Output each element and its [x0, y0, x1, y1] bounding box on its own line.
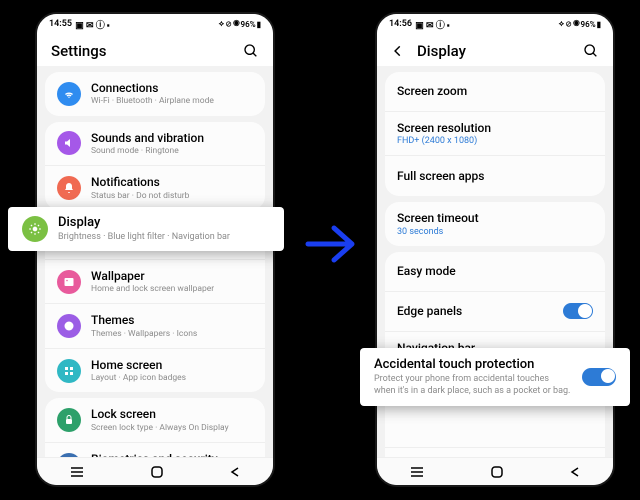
battery-icon: ▮ — [597, 20, 601, 29]
status-icons-right: ⟡ ⊘ ◉ — [219, 19, 240, 29]
row-label: Lock screen — [91, 407, 253, 421]
page-title: Display — [417, 42, 571, 60]
status-battery: 96% — [581, 20, 596, 29]
row-sub: Home and lock screen wallpaper — [91, 284, 253, 294]
nav-home[interactable] — [490, 465, 504, 479]
row-easy-mode[interactable]: Easy mode — [385, 252, 605, 292]
settings-row-biometrics[interactable]: Biometrics and security Face recognition… — [45, 443, 265, 457]
row-sub: Sound mode · Ringtone — [91, 146, 253, 156]
row-screen-zoom[interactable]: Screen zoom — [385, 72, 605, 112]
lock-icon — [57, 408, 81, 432]
row-edge-panels[interactable]: Edge panels — [385, 292, 605, 332]
row-screen-timeout[interactable]: Screen timeout 30 seconds — [385, 202, 605, 245]
row-label: Screen zoom — [397, 84, 593, 98]
row-label: Screen timeout — [397, 211, 593, 225]
row-accidental-touch-protection[interactable]: Accidental touch protection Protect your… — [360, 348, 630, 406]
row-sub: Themes · Wallpapers · Icons — [91, 329, 253, 339]
search-button[interactable] — [583, 43, 599, 59]
nav-home[interactable] — [150, 465, 164, 479]
row-sub: Layout · App icon badges — [91, 373, 253, 383]
row-label: Notifications — [91, 175, 253, 189]
settings-row-sounds[interactable]: Sounds and vibration Sound mode · Ringto… — [45, 122, 265, 167]
row-screen-resolution[interactable]: Screen resolution FHD+ (2400 x 1080) — [385, 112, 605, 156]
status-bar: 14:56 ▣ ✉ ⓘ ⬝ ⟡ ⊘ ◉ 96% ▮ — [377, 14, 613, 34]
flow-arrow-icon — [304, 222, 358, 270]
settings-row-notifications[interactable]: Notifications Status bar · Do not distur… — [45, 166, 265, 210]
palette-icon — [57, 314, 81, 338]
status-icons-left: ▣ ✉ ⓘ ⬝ — [413, 18, 449, 31]
row-sub: Protect your phone from accidental touch… — [374, 374, 572, 397]
page-title: Settings — [51, 42, 231, 60]
image-icon — [57, 270, 81, 294]
settings-row-themes[interactable]: Themes Themes · Wallpapers · Icons — [45, 304, 265, 349]
settings-list: Connections Wi-Fi · Bluetooth · Airplane… — [37, 66, 273, 457]
settings-row-lockscreen[interactable]: Lock screen Screen lock type · Always On… — [45, 398, 265, 443]
android-navbar — [37, 457, 273, 485]
status-time: 14:55 — [49, 19, 72, 29]
bell-icon — [57, 176, 81, 200]
row-sub: Screen lock type · Always On Display — [91, 423, 253, 433]
row-label: Easy mode — [397, 264, 593, 278]
settings-row-connections[interactable]: Connections Wi-Fi · Bluetooth · Airplane… — [45, 72, 265, 116]
row-label: Themes — [91, 313, 253, 327]
nav-recents[interactable] — [409, 466, 425, 478]
toggle-edge-panels[interactable] — [563, 303, 593, 319]
row-value: 30 seconds — [397, 227, 593, 237]
android-navbar — [377, 457, 613, 485]
phone-display: 14:56 ▣ ✉ ⓘ ⬝ ⟡ ⊘ ◉ 96% ▮ Display Screen… — [375, 12, 615, 487]
row-value: FHD+ (2400 x 1080) — [397, 136, 593, 146]
row-label: Edge panels — [397, 304, 553, 318]
row-label: Full screen apps — [397, 169, 593, 183]
grid-icon — [57, 359, 81, 383]
nav-back[interactable] — [569, 466, 581, 478]
row-sub: Wi-Fi · Bluetooth · Airplane mode — [91, 96, 253, 106]
search-button[interactable] — [243, 43, 259, 59]
row-full-screen-apps[interactable]: Full screen apps — [385, 156, 605, 196]
sound-icon — [57, 131, 81, 155]
row-label: Home screen — [91, 358, 253, 372]
nav-back[interactable] — [229, 466, 241, 478]
battery-icon: ▮ — [257, 20, 261, 29]
settings-row-display[interactable]: Display Brightness · Blue light filter ·… — [8, 207, 284, 251]
nav-recents[interactable] — [69, 466, 85, 478]
status-icons-right: ⟡ ⊘ ◉ — [559, 19, 580, 29]
row-label: Display — [58, 215, 270, 230]
status-bar: 14:55 ▣ ✉ ⓘ ⬝ ⟡ ⊘ ◉ 96% ▮ — [37, 14, 273, 34]
row-label: Wallpaper — [91, 269, 253, 283]
row-sub: Brightness · Blue light filter · Navigat… — [58, 232, 270, 243]
row-label: Sounds and vibration — [91, 131, 253, 145]
row-label: Connections — [91, 81, 253, 95]
wifi-icon — [57, 82, 81, 106]
row-label: Screen resolution — [397, 121, 593, 135]
row-label: Accidental touch protection — [374, 357, 572, 372]
settings-row-homescreen[interactable]: Home screen Layout · App icon badges — [45, 349, 265, 393]
toggle-accidental-touch[interactable] — [582, 368, 616, 386]
header: Display — [377, 34, 613, 66]
back-button[interactable] — [391, 44, 405, 58]
row-touch-sensitivity[interactable]: Touch sensitivity Increase the touch sen… — [385, 448, 605, 457]
sun-icon — [22, 216, 48, 242]
header: Settings — [37, 34, 273, 66]
status-time: 14:56 — [389, 19, 412, 29]
status-battery: 96% — [241, 20, 256, 29]
status-icons-left: ▣ ✉ ⓘ ⬝ — [73, 18, 109, 31]
row-sub: Status bar · Do not disturb — [91, 191, 253, 201]
settings-row-wallpaper[interactable]: Wallpaper Home and lock screen wallpaper — [45, 260, 265, 305]
